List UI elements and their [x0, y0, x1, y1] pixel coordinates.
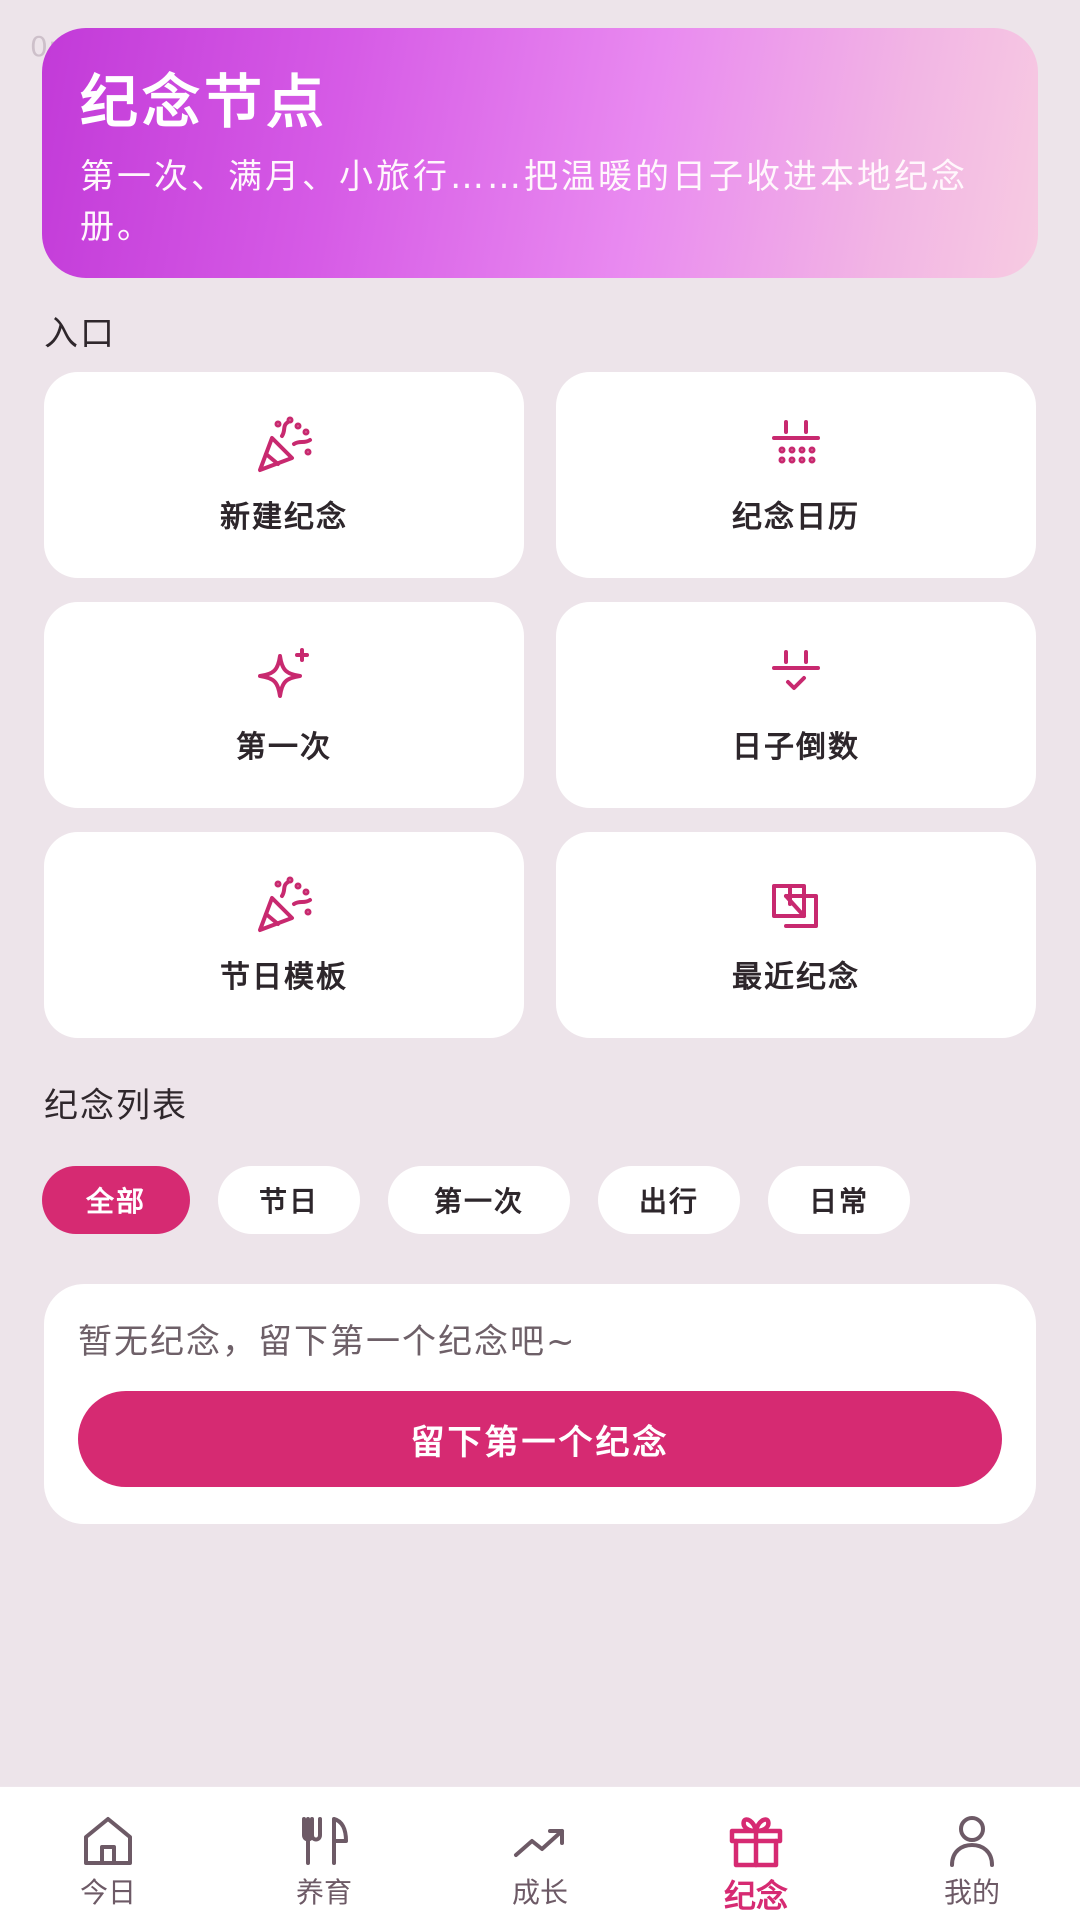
- entry-holiday-template[interactable]: 节日模板: [44, 832, 524, 1038]
- empty-state-text: 暂无纪念，留下第一个纪念吧~: [78, 1322, 577, 1362]
- entries-section-title: 入口: [44, 314, 116, 354]
- entry-label: 日子倒数: [732, 730, 860, 765]
- nav-label: 我的: [943, 1876, 1000, 1909]
- hero-subtitle: 第一次、满月、小旅行……把温暖的日子收进本地纪念册。: [80, 157, 968, 247]
- entry-label: 纪念日历: [732, 500, 860, 535]
- entry-countdown[interactable]: 日子倒数: [556, 602, 1036, 808]
- entry-first-time[interactable]: 第一次: [44, 602, 524, 808]
- entry-label: 新建纪念: [220, 500, 348, 535]
- entry-memorial-calendar[interactable]: 纪念日历: [556, 372, 1036, 578]
- nav-label: 成长: [511, 1876, 568, 1909]
- party-popper-icon: [252, 414, 316, 478]
- album-icon: [764, 874, 828, 938]
- nav-label: 今日: [79, 1876, 136, 1909]
- hero-title: 纪念节点: [80, 68, 329, 136]
- leave-first-memorial-button[interactable]: 留下第一个纪念: [78, 1391, 1002, 1487]
- nav-item-today[interactable]: 今日: [0, 1787, 216, 1920]
- filter-chip-first-time[interactable]: 第一次: [388, 1166, 570, 1234]
- entry-new-memorial[interactable]: 新建纪念: [44, 372, 524, 578]
- entry-label: 第一次: [236, 730, 332, 765]
- nav-item-memorial[interactable]: 纪念: [648, 1787, 864, 1920]
- filter-chip-daily[interactable]: 日常: [768, 1166, 910, 1234]
- utensils-icon: [302, 1817, 348, 1865]
- filter-chips: 全部 节日 第一次 出行 日常: [42, 1166, 910, 1234]
- entry-label: 最近纪念: [732, 960, 860, 995]
- filter-chip-travel[interactable]: 出行: [598, 1166, 740, 1234]
- sparkle-icon: [252, 644, 316, 708]
- trend-up-icon: [514, 1829, 564, 1857]
- bottom-nav: 今日 养育 成长 纪念 我的: [0, 1786, 1080, 1920]
- list-section-title: 纪念列表: [44, 1086, 188, 1126]
- party-popper-icon: [252, 874, 316, 938]
- gift-icon: [729, 1817, 783, 1868]
- empty-state-card: 暂无纪念，留下第一个纪念吧~ 留下第一个纪念: [44, 1284, 1036, 1524]
- filter-chip-all[interactable]: 全部: [42, 1166, 190, 1234]
- filter-chip-holiday[interactable]: 节日: [218, 1166, 360, 1234]
- home-icon: [84, 1817, 132, 1865]
- entry-grid: 新建纪念 纪念日历 第一次 日子倒数 节日模板 最近纪念: [44, 372, 1036, 1038]
- entry-label: 节日模板: [220, 960, 348, 995]
- nav-item-growth[interactable]: 成长: [432, 1787, 648, 1920]
- page: 0:00 纪念节点 第一次、满月、小旅行……把温暖的日子收进本地纪念册。 入口 …: [0, 0, 1080, 1920]
- nav-item-parenting[interactable]: 养育: [216, 1787, 432, 1920]
- user-icon: [950, 1816, 994, 1867]
- countdown-calendar-icon: [764, 644, 828, 708]
- hero-banner: 纪念节点 第一次、满月、小旅行……把温暖的日子收进本地纪念册。: [42, 28, 1038, 278]
- entry-recent-memorial[interactable]: 最近纪念: [556, 832, 1036, 1038]
- nav-item-me[interactable]: 我的: [864, 1787, 1080, 1920]
- nav-label: 养育: [295, 1876, 352, 1909]
- calendar-icon: [764, 414, 828, 478]
- nav-label: 纪念: [723, 1877, 788, 1915]
